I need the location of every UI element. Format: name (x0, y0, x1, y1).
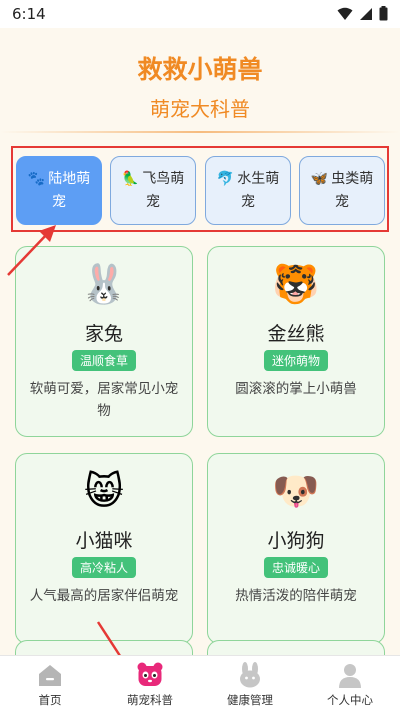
home-icon (39, 665, 61, 686)
wifi-icon (337, 7, 353, 20)
pet-tag: 迷你萌物 (263, 350, 329, 371)
bunny-icon (240, 662, 260, 688)
pet-description: 热情活泼的陪伴萌宠 (235, 588, 357, 604)
paw-icon: 🐾 (27, 170, 46, 187)
dolphin-icon: 🐬 (216, 170, 235, 187)
bottom-nav: 首页 萌宠科普 健康管理 个人中心 (0, 655, 400, 712)
pet-name: 小狗狗 (267, 530, 325, 552)
battery-icon (379, 6, 388, 21)
pet-card-rabbit[interactable]: 🐰 家兔 温顺食草 软萌可爱，居家常见小宠物 (15, 246, 193, 437)
tab-insect-pets[interactable]: 🦋 虫类萌宠 (299, 156, 385, 225)
nav-label: 健康管理 (227, 693, 273, 707)
butterfly-icon: 🦋 (310, 170, 329, 187)
panda-icon (137, 662, 163, 686)
pet-description: 人气最高的居家伴侣萌宠 (29, 588, 179, 604)
tab-land-pets[interactable]: 🐾 陆地萌宠 (16, 156, 102, 225)
nav-pet-science[interactable]: 萌宠科普 (100, 656, 200, 712)
nav-label: 个人中心 (327, 693, 373, 707)
pet-tag: 高冷粘人 (71, 557, 137, 578)
pet-description: 软萌可爱，居家常见小宠物 (29, 381, 179, 419)
person-icon (339, 664, 361, 688)
pet-tag: 忠诚暖心 (263, 557, 329, 578)
status-icons (337, 6, 388, 21)
tab-label: 虫类萌宠 (331, 170, 374, 210)
tiger-face-icon: 🐯 (272, 262, 320, 306)
parrot-icon: 🦜 (121, 170, 140, 187)
tab-label: 飞鸟萌宠 (142, 170, 185, 210)
cat-face-icon: 😸 (84, 469, 124, 513)
status-bar: 6:14 (0, 0, 400, 28)
dog-face-icon: 🐶 (272, 469, 320, 513)
nav-label: 萌宠科普 (127, 693, 173, 707)
nav-health[interactable]: 健康管理 (200, 656, 300, 712)
pet-card-cat[interactable]: 😸 小猫咪 高冷粘人 人气最高的居家伴侣萌宠 (15, 453, 193, 644)
tab-bird-pets[interactable]: 🦜 飞鸟萌宠 (110, 156, 196, 225)
divider (0, 131, 400, 133)
tab-label: 陆地萌宠 (48, 170, 91, 210)
tab-aquatic-pets[interactable]: 🐬 水生萌宠 (205, 156, 291, 225)
status-time: 6:14 (12, 5, 46, 23)
signal-icon (360, 7, 372, 20)
page-title: 救救小萌兽 (137, 55, 263, 84)
pet-card-hamster[interactable]: 🐯 金丝熊 迷你萌物 圆滚滚的掌上小萌兽 (207, 246, 385, 437)
pet-name: 家兔 (84, 323, 123, 345)
pet-tag: 温顺食草 (71, 350, 137, 371)
tab-label: 水生萌宠 (237, 170, 280, 210)
nav-label: 首页 (38, 693, 62, 707)
rabbit-icon: 🐰 (80, 262, 128, 306)
pet-name: 小猫咪 (75, 530, 133, 552)
nav-home[interactable]: 首页 (0, 656, 100, 712)
pet-description: 圆滚滚的掌上小萌兽 (235, 381, 357, 397)
pet-name: 金丝熊 (267, 323, 325, 345)
pet-card-dog[interactable]: 🐶 小狗狗 忠诚暖心 热情活泼的陪伴萌宠 (207, 453, 385, 644)
nav-profile[interactable]: 个人中心 (300, 656, 400, 712)
page-subtitle: 萌宠大科普 (150, 97, 250, 121)
